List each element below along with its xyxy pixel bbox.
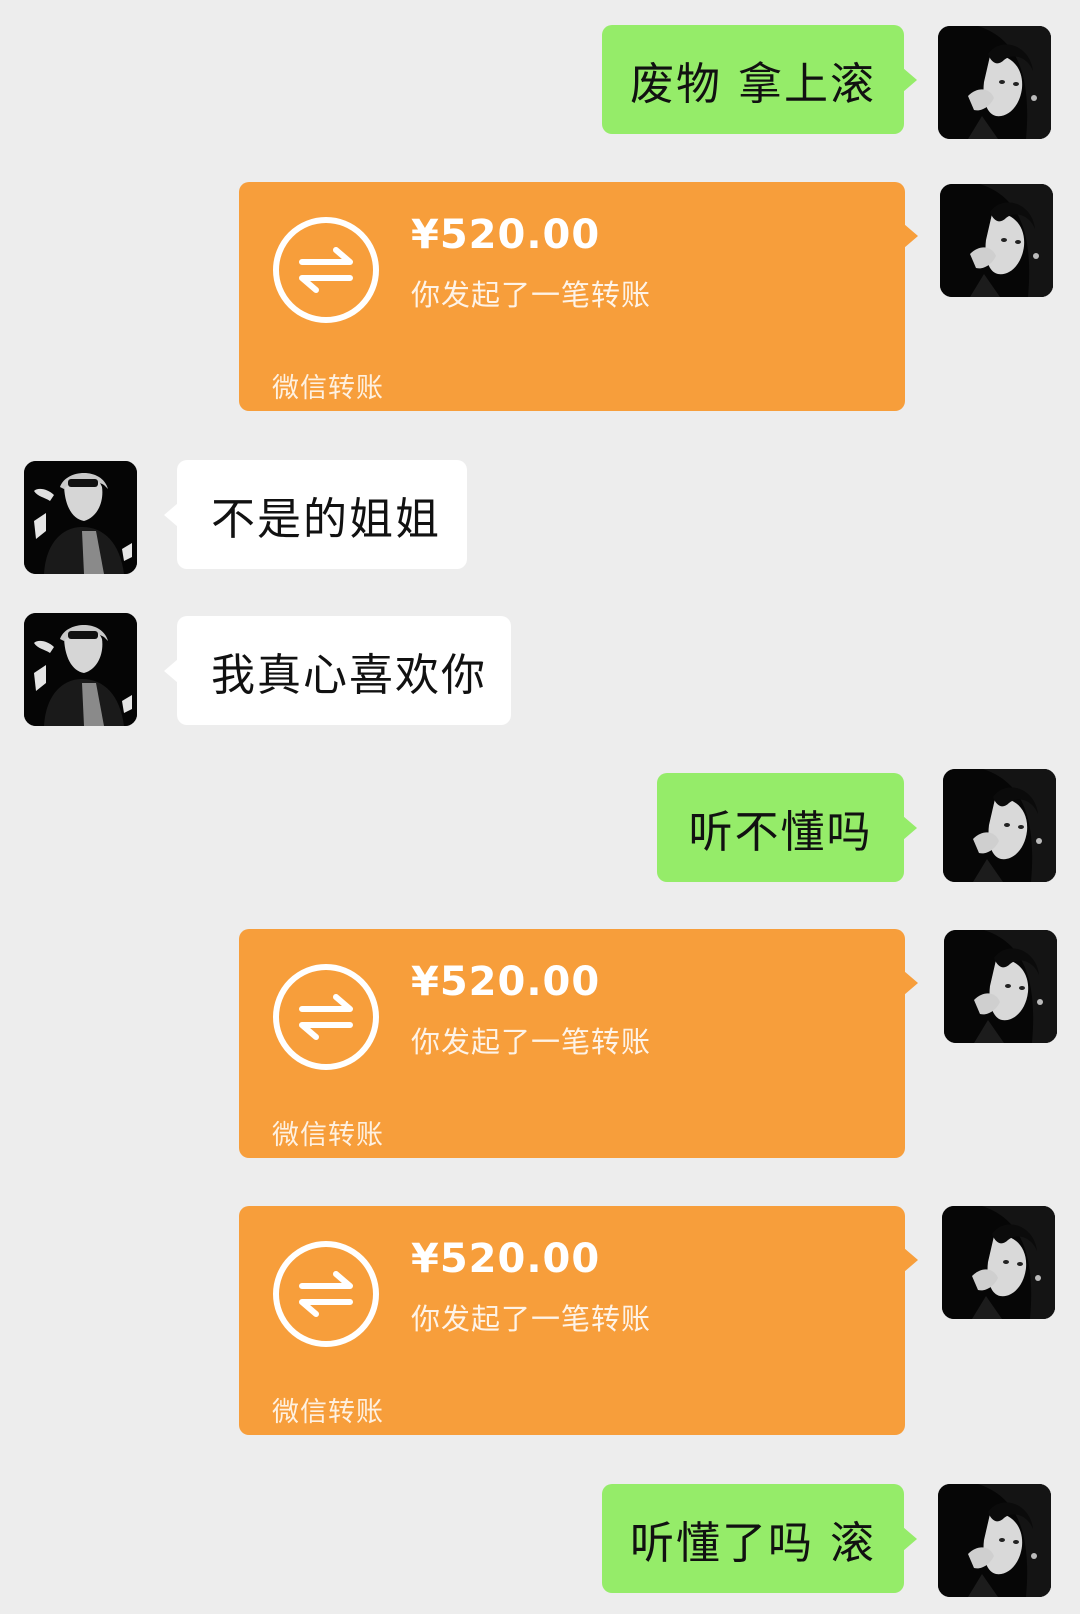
avatar-boy-icon — [24, 613, 137, 726]
avatar-self[interactable] — [943, 769, 1056, 882]
avatar-girl-icon — [944, 930, 1057, 1043]
transfer-amount: ¥520.00 — [411, 212, 601, 258]
avatar-other[interactable] — [24, 613, 137, 726]
avatar-other[interactable] — [24, 461, 137, 574]
transfer-description: 你发起了一笔转账 — [411, 1302, 652, 1336]
sent-message[interactable]: 废物 拿上滚 — [602, 25, 917, 134]
sent-message[interactable]: 听不懂吗 — [657, 773, 917, 882]
message-text: 不是的姐姐 — [211, 493, 441, 545]
received-message[interactable]: 不是的姐姐 — [164, 460, 467, 569]
transfer-arrows-icon — [272, 216, 380, 324]
transfer-description: 你发起了一笔转账 — [411, 1025, 652, 1059]
transfer-divider — [239, 1101, 905, 1102]
transfer-divider — [239, 1378, 905, 1379]
transfer-description: 你发起了一笔转账 — [411, 278, 652, 312]
avatar-girl-icon — [943, 769, 1056, 882]
transfer-amount: ¥520.00 — [411, 1236, 601, 1282]
transfer-card[interactable]: ¥520.00 你发起了一笔转账 微信转账 — [239, 929, 918, 1158]
transfer-divider — [239, 354, 905, 355]
avatar-girl-icon — [938, 26, 1051, 139]
transfer-brand-label: 微信转账 — [272, 1397, 384, 1428]
transfer-card[interactable]: ¥520.00 你发起了一笔转账 微信转账 — [239, 182, 918, 411]
avatar-self[interactable] — [938, 26, 1051, 139]
avatar-girl-icon — [938, 1484, 1051, 1597]
avatar-girl-icon — [942, 1206, 1055, 1319]
transfer-arrows-icon — [272, 963, 380, 1071]
message-text: 我真心喜欢你 — [211, 649, 487, 701]
message-text: 听不懂吗 — [688, 806, 873, 858]
avatar-boy-icon — [24, 461, 137, 574]
avatar-girl-icon — [940, 184, 1053, 297]
received-message[interactable]: 我真心喜欢你 — [164, 616, 511, 725]
transfer-amount: ¥520.00 — [411, 959, 601, 1005]
avatar-self[interactable] — [942, 1206, 1055, 1319]
avatar-self[interactable] — [940, 184, 1053, 297]
transfer-card[interactable]: ¥520.00 你发起了一笔转账 微信转账 — [239, 1206, 918, 1435]
transfer-brand-label: 微信转账 — [272, 373, 384, 404]
message-text: 废物 拿上滚 — [630, 58, 876, 110]
avatar-self[interactable] — [938, 1484, 1051, 1597]
transfer-brand-label: 微信转账 — [272, 1120, 384, 1151]
message-text: 听懂了吗 滚 — [630, 1517, 876, 1569]
avatar-self[interactable] — [944, 930, 1057, 1043]
transfer-arrows-icon — [272, 1240, 380, 1348]
sent-message[interactable]: 听懂了吗 滚 — [602, 1484, 917, 1593]
